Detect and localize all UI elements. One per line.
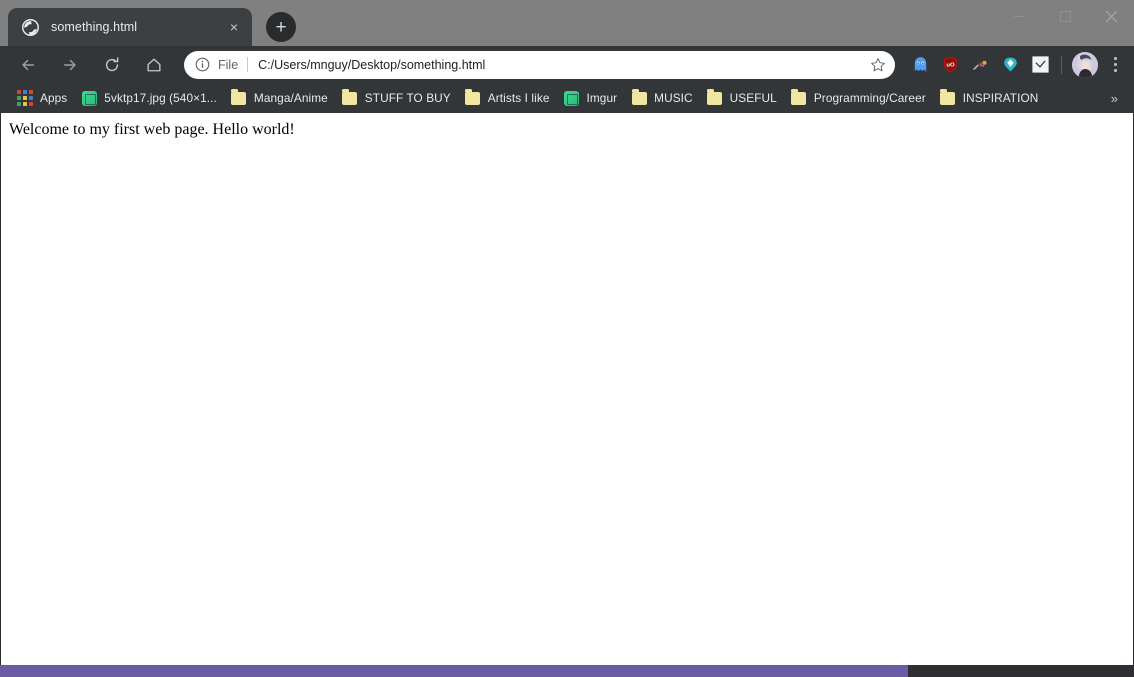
image-bookmark-icon (81, 90, 97, 106)
tabstrip-left-spacer (0, 0, 8, 46)
tab-title: something.html (51, 20, 138, 34)
bookmark-folder-inspiration[interactable]: INSPIRATION (933, 87, 1046, 109)
reload-button[interactable] (96, 49, 128, 81)
bookmark-label: Imgur (586, 91, 618, 105)
ghost-extension-icon[interactable] (907, 52, 933, 78)
browser-tab-something-html[interactable]: something.html × (8, 8, 252, 46)
folder-icon (231, 89, 247, 106)
page-heading-text: Welcome to my first web page. Hello worl… (9, 121, 295, 138)
apps-grid-icon (17, 90, 33, 106)
menu-dot (1113, 69, 1117, 72)
ublock-origin-icon[interactable]: uO (937, 52, 963, 78)
bookmark-label: Manga/Anime (253, 91, 328, 105)
folder-icon (707, 89, 723, 106)
close-button[interactable] (1088, 0, 1134, 32)
colorpicker-extension-icon[interactable] (967, 52, 993, 78)
page-body: Welcome to my first web page. Hello worl… (1, 113, 1133, 147)
minimize-button[interactable] (996, 0, 1042, 32)
menu-dot (1113, 63, 1117, 66)
bookmark-label: INSPIRATION (962, 91, 1039, 105)
home-button[interactable] (138, 49, 170, 81)
svg-text:uO: uO (946, 62, 955, 68)
new-tab-button[interactable]: + (266, 12, 296, 42)
bookmark-item-image[interactable]: 5vktp17.jpg (540×1... (74, 87, 224, 109)
desktop-taskbar-strip (0, 665, 1134, 677)
browser-window: something.html × + File C:/Users/mnguy/D… (0, 0, 1134, 677)
bookmark-label: Programming/Career (813, 91, 926, 105)
bookmark-label: Artists I like (487, 91, 550, 105)
folder-icon (940, 89, 956, 106)
chrome-menu-button[interactable] (1102, 49, 1128, 81)
forward-button[interactable] (54, 49, 86, 81)
bookmark-folder-useful[interactable]: USEFUL (700, 87, 784, 109)
omnibox-divider (247, 57, 249, 72)
folder-icon (342, 89, 358, 106)
toolbar-divider (1061, 55, 1062, 74)
folder-icon (631, 89, 647, 106)
bookmark-item-imgur[interactable]: Imgur (557, 87, 625, 109)
bookmark-folder-manga-anime[interactable]: Manga/Anime (224, 87, 335, 109)
maximize-button[interactable] (1042, 0, 1088, 32)
window-controls (996, 0, 1134, 32)
address-bar[interactable]: File C:/Users/mnguy/Desktop/something.ht… (184, 50, 895, 79)
tab-strip: something.html × + (0, 0, 1134, 46)
globe-icon (22, 18, 39, 36)
profile-avatar[interactable] (1072, 51, 1098, 78)
bookmark-label: 5vktp17.jpg (540×1... (104, 91, 217, 105)
info-circle-icon[interactable] (194, 56, 211, 73)
close-icon[interactable]: × (224, 17, 244, 37)
folder-icon (791, 89, 807, 106)
bookmark-label: USEFUL (729, 91, 777, 105)
bookmarks-bar: Apps 5vktp17.jpg (540×1... Manga/Anime S… (0, 83, 1134, 113)
back-button[interactable] (12, 49, 44, 81)
page-viewport: Welcome to my first web page. Hello worl… (0, 113, 1134, 677)
bookmark-apps[interactable]: Apps (10, 87, 74, 109)
bookmark-folder-artists-i-like[interactable]: Artists I like (458, 87, 557, 109)
star-icon[interactable] (867, 54, 889, 76)
url-text[interactable]: C:/Users/mnguy/Desktop/something.html (258, 58, 861, 72)
bookmark-label: STUFF TO BUY (364, 91, 451, 105)
browser-toolbar: File C:/Users/mnguy/Desktop/something.ht… (0, 46, 1134, 83)
url-scheme-label: File (218, 57, 239, 72)
bookmark-folder-programming-career[interactable]: Programming/Career (784, 87, 933, 109)
checkmark-extension-icon[interactable] (1027, 52, 1053, 78)
taskbar-dark-segment (908, 665, 1134, 677)
folder-icon (465, 89, 481, 106)
bookmark-label: Apps (40, 91, 68, 105)
bookmark-label: MUSIC (654, 91, 693, 105)
bookmarks-overflow-button[interactable]: » (1103, 91, 1126, 106)
imgur-icon (564, 90, 580, 106)
diamond-extension-icon[interactable] (997, 52, 1023, 78)
bookmark-folder-music[interactable]: MUSIC (624, 87, 700, 109)
bookmark-folder-stuff-to-buy[interactable]: STUFF TO BUY (335, 87, 458, 109)
menu-dot (1113, 57, 1117, 60)
